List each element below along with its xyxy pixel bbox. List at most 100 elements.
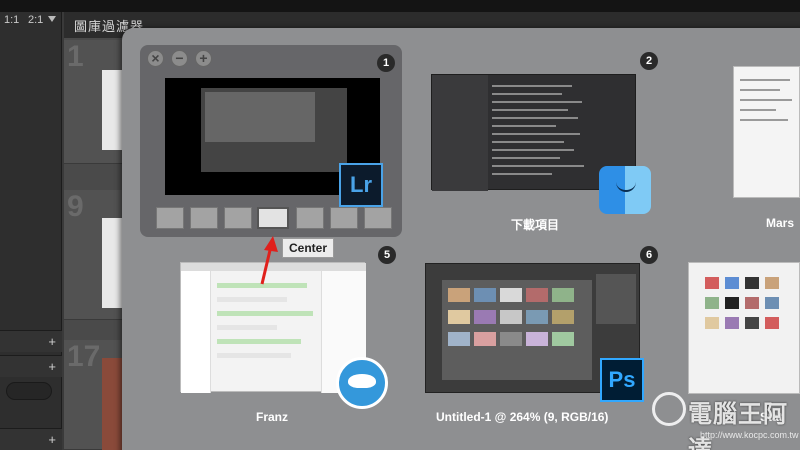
canvas-tile	[552, 288, 574, 302]
add-section-icon[interactable]: +	[48, 432, 56, 447]
library-grid-cell[interactable]: 1	[64, 40, 124, 164]
grid-cell-thumbnail	[102, 70, 124, 150]
canvas-tile	[474, 288, 496, 302]
chat-message	[217, 325, 277, 330]
grid-cell-number: 1	[67, 40, 84, 73]
space-thumbnail[interactable]	[156, 207, 184, 229]
space-thumbnail[interactable]	[190, 207, 218, 229]
lightroom-preview	[201, 88, 347, 172]
add-section-icon[interactable]: +	[48, 359, 56, 374]
finder-file-row	[492, 93, 562, 95]
add-desktop-icon[interactable]: +	[195, 50, 212, 67]
content-tile	[745, 317, 759, 329]
canvas-tile	[526, 288, 548, 302]
document-line	[740, 99, 792, 101]
window-number-badge: 2	[640, 52, 658, 70]
grid-cell-thumbnail	[102, 218, 124, 308]
document-line	[740, 109, 776, 111]
photoshop-canvas	[442, 280, 592, 380]
left-panel-section[interactable]: +	[0, 330, 62, 352]
window-thumbnail-partial-right[interactable]	[688, 262, 800, 394]
lightroom-top-bar	[0, 0, 800, 12]
grid-cell-number: 9	[67, 190, 84, 223]
window-title-mars: Mars	[766, 216, 795, 230]
window-thumbnail-partial-right[interactable]	[733, 66, 800, 198]
space-thumbnail[interactable]	[330, 207, 358, 229]
franz-tab-bar	[181, 263, 366, 271]
zoom-1-to-1[interactable]: 1:1	[4, 14, 19, 26]
document-line	[740, 119, 788, 121]
left-panel-toggle[interactable]	[6, 382, 52, 400]
canvas-tile	[474, 332, 496, 346]
window-number-badge: 5	[378, 246, 396, 264]
finder-file-row	[492, 157, 560, 159]
space-thumbnail-center[interactable]	[257, 207, 289, 229]
content-tile	[745, 277, 759, 289]
content-tile	[765, 297, 779, 309]
minimize-icon[interactable]: −	[171, 50, 188, 67]
library-grid-cell[interactable]: 17	[64, 340, 124, 450]
add-section-icon[interactable]: +	[48, 334, 56, 349]
close-icon[interactable]: ×	[147, 50, 164, 67]
canvas-tile	[500, 310, 522, 324]
lightroom-preview-grid	[205, 92, 315, 142]
canvas-tile	[448, 332, 470, 346]
watermark-text: 電腦王阿達	[688, 401, 788, 450]
zoom-dropdown-icon[interactable]	[48, 16, 56, 22]
space-thumbnail[interactable]	[224, 207, 252, 229]
finder-file-row	[492, 125, 556, 127]
content-tile	[725, 317, 739, 329]
left-panel-section[interactable]: +	[0, 355, 62, 377]
canvas-tile	[526, 310, 548, 324]
finder-file-row	[492, 109, 568, 111]
chat-message	[217, 353, 291, 358]
chat-message	[217, 311, 313, 316]
grid-cell-number: 17	[67, 340, 101, 373]
finder-file-row	[492, 101, 582, 103]
finder-file-row	[492, 85, 572, 87]
canvas-tile	[526, 332, 548, 346]
window-number-badge: 6	[640, 246, 658, 264]
finder-file-row	[492, 117, 578, 119]
content-tile	[745, 297, 759, 309]
watermark-logo-icon	[652, 392, 686, 426]
content-tile	[705, 277, 719, 289]
finder-file-row	[492, 133, 580, 135]
center-tooltip: Center	[282, 238, 335, 258]
document-line	[740, 79, 790, 81]
canvas-tile	[552, 310, 574, 324]
chat-message	[217, 297, 287, 302]
finder-sidebar	[432, 75, 488, 191]
canvas-tile	[474, 310, 496, 324]
chat-message	[217, 283, 307, 288]
grid-cell-thumbnail	[102, 358, 124, 450]
space-thumbnail[interactable]	[296, 207, 324, 229]
canvas-tile	[552, 332, 574, 346]
lightroom-app-icon: Lr	[339, 163, 383, 207]
library-grid-cell[interactable]: 9	[64, 190, 124, 320]
zoom-2-to-1[interactable]: 2:1	[28, 14, 43, 26]
canvas-tile	[448, 310, 470, 324]
finder-file-row	[492, 141, 564, 143]
canvas-tile	[448, 288, 470, 302]
finder-file-row	[492, 173, 552, 175]
franz-chat-list	[181, 271, 211, 393]
finder-file-row	[492, 165, 584, 167]
finder-file-row	[492, 149, 574, 151]
document-line	[740, 89, 780, 91]
left-panel-section[interactable]: +	[0, 428, 62, 450]
watermark-url: http://www.kocpc.com.tw	[700, 430, 799, 440]
canvas-tile	[500, 288, 522, 302]
window-title-photoshop: Untitled-1 @ 264% (9, RGB/16)	[436, 410, 609, 424]
content-tile	[765, 277, 779, 289]
franz-mustache-icon	[348, 374, 376, 388]
content-tile	[765, 317, 779, 329]
content-tile	[705, 317, 719, 329]
content-tile	[725, 297, 739, 309]
photoshop-app-icon: Ps	[600, 358, 644, 402]
content-tile	[725, 277, 739, 289]
window-title-franz: Franz	[255, 410, 288, 424]
photoshop-swatches-panel	[596, 274, 636, 324]
chat-message	[217, 339, 301, 344]
space-thumbnail[interactable]	[364, 207, 392, 229]
